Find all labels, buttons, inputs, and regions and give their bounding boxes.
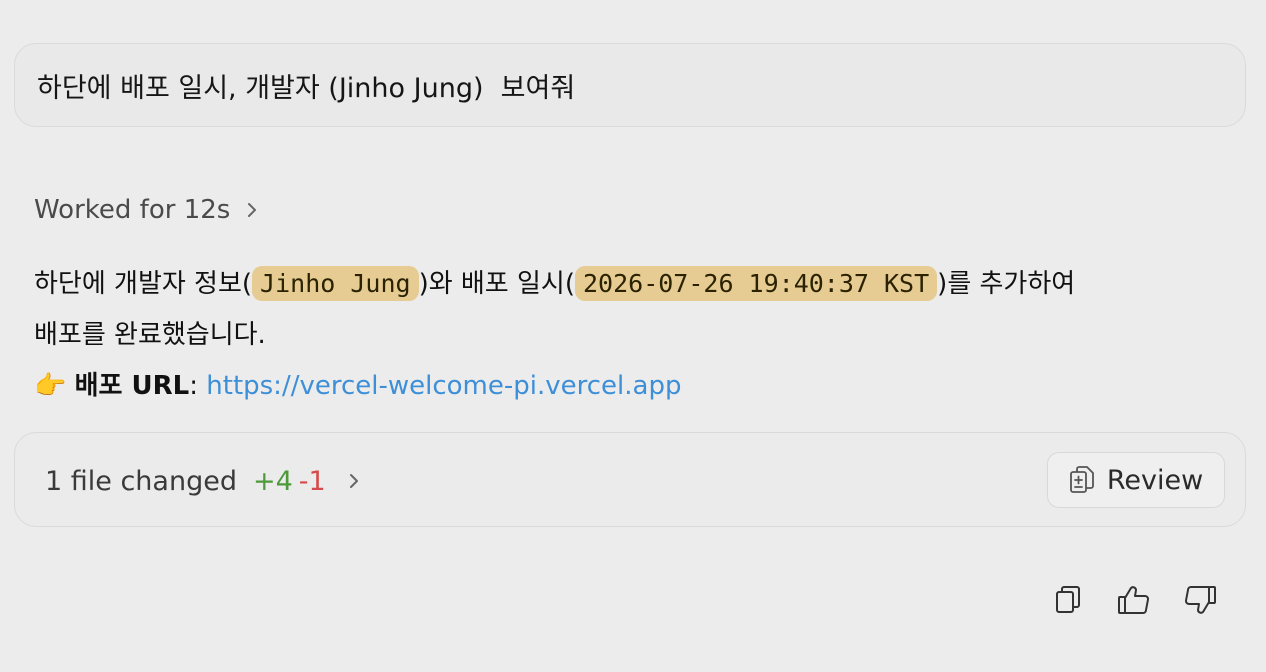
deletions-count: -1 xyxy=(298,465,326,497)
message-text-4: 배포를 완료했습니다. xyxy=(34,320,266,350)
developer-code: Jinho Jung xyxy=(252,266,419,301)
chevron-right-icon xyxy=(348,472,360,490)
user-message-text: 하단에 배포 일시, 개발자 (Jinho Jung) 보여줘 xyxy=(37,72,576,104)
deploy-url-separator: : xyxy=(189,371,207,401)
document-copy-icon xyxy=(1069,465,1095,495)
files-changed-toggle[interactable]: 1 file changed +4 -1 xyxy=(45,461,360,501)
message-actions xyxy=(1050,582,1230,622)
deploy-time-code: 2026-07-26 19:40:37 KST xyxy=(574,266,938,301)
message-text-2: )와 배포 일시( xyxy=(418,269,575,299)
thumbs-up-button[interactable] xyxy=(1116,582,1152,622)
user-message-bubble: 하단에 배포 일시, 개발자 (Jinho Jung) 보여줘 xyxy=(14,43,1246,127)
message-text-3: )를 추가하여 xyxy=(937,269,1076,299)
assistant-message: 하단에 개발자 정보(Jinho Jung)와 배포 일시(2026-07-26… xyxy=(34,258,1234,412)
deploy-url-label: 배포 URL xyxy=(74,371,190,401)
chevron-right-icon xyxy=(246,201,258,219)
thumbs-down-icon xyxy=(1183,584,1217,620)
thumbs-up-icon xyxy=(1117,584,1151,620)
thumbs-down-button[interactable] xyxy=(1182,582,1218,622)
pointing-hand-emoji: 👉 xyxy=(34,371,67,401)
deploy-url-link[interactable]: https://vercel-welcome-pi.vercel.app xyxy=(206,371,681,401)
copy-icon xyxy=(1054,584,1082,620)
message-text-1: 하단에 개발자 정보( xyxy=(34,269,253,299)
review-button[interactable]: Review xyxy=(1047,452,1225,508)
worked-for-toggle[interactable]: Worked for 12s xyxy=(34,192,258,228)
additions-count: +4 xyxy=(252,465,293,497)
review-label: Review xyxy=(1106,464,1204,496)
worked-for-label: Worked for 12s xyxy=(34,195,231,225)
files-changed-card: 1 file changed +4 -1 Review xyxy=(14,432,1246,527)
files-changed-label: 1 file changed xyxy=(45,465,237,497)
copy-button[interactable] xyxy=(1050,582,1086,622)
